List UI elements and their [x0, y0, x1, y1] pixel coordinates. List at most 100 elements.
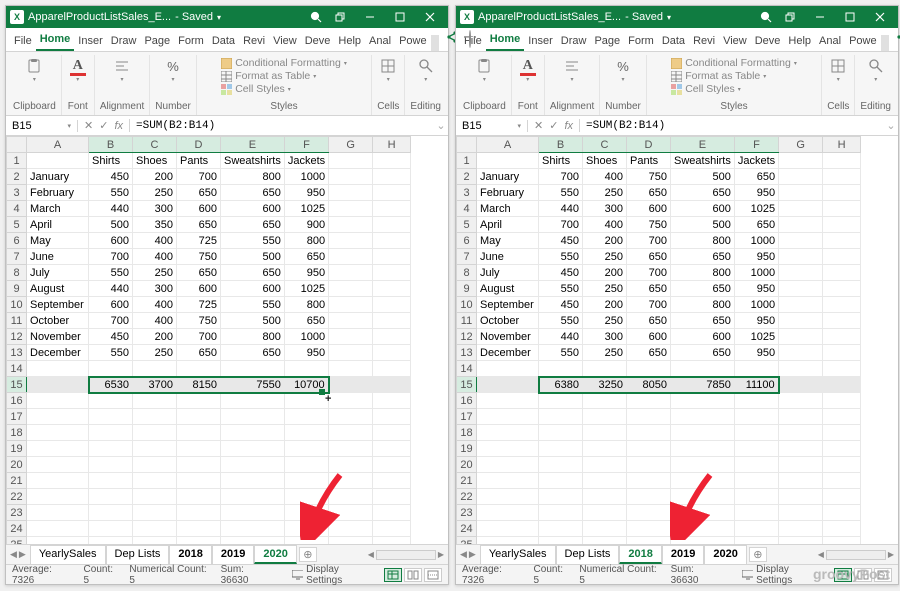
row-header-6[interactable]: 6 — [7, 233, 27, 249]
cell-D8[interactable]: 650 — [177, 265, 221, 281]
cell-H8[interactable] — [823, 265, 861, 281]
cell-B22[interactable] — [539, 489, 583, 505]
cell-F23[interactable] — [284, 505, 328, 521]
row-header-23[interactable]: 23 — [7, 505, 27, 521]
col-header-B[interactable]: B — [89, 137, 133, 153]
sheet-tab-dep-lists[interactable]: Dep Lists — [556, 545, 620, 564]
cell-C5[interactable]: 350 — [133, 217, 177, 233]
cell-F17[interactable] — [734, 409, 778, 425]
ribbon-tab-file[interactable]: File — [460, 32, 486, 51]
cell-F14[interactable] — [734, 361, 778, 377]
cell-A23[interactable] — [27, 505, 89, 521]
cell-C18[interactable] — [133, 425, 177, 441]
row-header-16[interactable]: 16 — [457, 393, 477, 409]
cell-C6[interactable]: 400 — [133, 233, 177, 249]
cell-F15[interactable]: 11100 — [734, 377, 778, 393]
cell-E8[interactable]: 650 — [221, 265, 285, 281]
cells-button[interactable]: ▾ — [377, 57, 399, 84]
cell-H10[interactable] — [823, 297, 861, 313]
cell-H21[interactable] — [823, 473, 861, 489]
cell-B1[interactable]: Shirts — [89, 153, 133, 169]
cell-B4[interactable]: 440 — [89, 201, 133, 217]
cell-D23[interactable] — [177, 505, 221, 521]
cell-H17[interactable] — [373, 409, 411, 425]
page-layout-view-button[interactable] — [404, 568, 422, 582]
row-header-21[interactable]: 21 — [457, 473, 477, 489]
row-header-19[interactable]: 19 — [7, 441, 27, 457]
cell-C10[interactable]: 400 — [133, 297, 177, 313]
cell-B1[interactable]: Shirts — [539, 153, 583, 169]
row-header-15[interactable]: 15 — [7, 377, 27, 393]
cell-B11[interactable]: 700 — [89, 313, 133, 329]
cell-E10[interactable]: 800 — [671, 297, 735, 313]
alignment-button[interactable]: ▾ — [111, 57, 133, 84]
ribbon-tab-help[interactable]: Help — [784, 32, 815, 51]
cell-B3[interactable]: 550 — [539, 185, 583, 201]
cell-D17[interactable] — [627, 409, 671, 425]
cell-B17[interactable] — [539, 409, 583, 425]
cell-D17[interactable] — [177, 409, 221, 425]
cell-H22[interactable] — [823, 489, 861, 505]
cell-D6[interactable]: 700 — [627, 233, 671, 249]
maximize-button[interactable] — [836, 7, 864, 27]
cell-H20[interactable] — [823, 457, 861, 473]
cell-H9[interactable] — [373, 281, 411, 297]
row-header-15[interactable]: 15 — [457, 377, 477, 393]
cell-H16[interactable] — [373, 393, 411, 409]
cell-styles-button[interactable]: Cell Styles ▾ — [671, 83, 741, 95]
cell-B8[interactable]: 550 — [89, 265, 133, 281]
cell-E5[interactable]: 500 — [671, 217, 735, 233]
col-header-E[interactable]: E — [221, 137, 285, 153]
ribbon-tab-view[interactable]: View — [269, 32, 301, 51]
cell-A2[interactable]: January — [477, 169, 539, 185]
cell-F6[interactable]: 1000 — [734, 233, 778, 249]
cell-F7[interactable]: 950 — [734, 249, 778, 265]
cell-H13[interactable] — [373, 345, 411, 361]
ribbon-tab-anal[interactable]: Anal — [815, 32, 845, 51]
cell-E12[interactable]: 600 — [671, 329, 735, 345]
cell-G15[interactable] — [779, 377, 823, 393]
cell-G10[interactable] — [779, 297, 823, 313]
row-header-3[interactable]: 3 — [7, 185, 27, 201]
row-header-6[interactable]: 6 — [457, 233, 477, 249]
row-header-5[interactable]: 5 — [7, 217, 27, 233]
formula-input[interactable]: =SUM(B2:B14) — [580, 120, 884, 132]
cell-A19[interactable] — [27, 441, 89, 457]
cell-A13[interactable]: December — [27, 345, 89, 361]
h-scrollbar[interactable] — [376, 550, 436, 560]
cell-D19[interactable] — [627, 441, 671, 457]
cell-E1[interactable]: Sweatshirts — [671, 153, 735, 169]
expand-formula-bar[interactable]: ⌄ — [884, 119, 898, 132]
select-all-corner[interactable] — [457, 137, 477, 153]
enter-icon[interactable]: ✓ — [99, 119, 108, 132]
cell-A24[interactable] — [27, 521, 89, 537]
cell-B23[interactable] — [89, 505, 133, 521]
cell-B20[interactable] — [89, 457, 133, 473]
row-header-1[interactable]: 1 — [7, 153, 27, 169]
cell-D5[interactable]: 650 — [177, 217, 221, 233]
cell-A12[interactable]: November — [477, 329, 539, 345]
cell-A21[interactable] — [27, 473, 89, 489]
cell-C13[interactable]: 250 — [133, 345, 177, 361]
cell-E7[interactable]: 500 — [221, 249, 285, 265]
cell-A2[interactable]: January — [27, 169, 89, 185]
cell-E7[interactable]: 650 — [671, 249, 735, 265]
cell-E3[interactable]: 650 — [671, 185, 735, 201]
ribbon-tab-anal[interactable]: Anal — [365, 32, 395, 51]
cell-B24[interactable] — [89, 521, 133, 537]
cell-C25[interactable] — [583, 537, 627, 545]
cell-A25[interactable] — [477, 537, 539, 545]
qat-search[interactable] — [306, 7, 326, 27]
cell-A17[interactable] — [477, 409, 539, 425]
cell-E24[interactable] — [221, 521, 285, 537]
cell-C14[interactable] — [133, 361, 177, 377]
cell-A20[interactable] — [477, 457, 539, 473]
page-break-view-button[interactable] — [424, 568, 442, 582]
cell-C3[interactable]: 250 — [133, 185, 177, 201]
cell-B15[interactable]: 6380 — [539, 377, 583, 393]
cell-D12[interactable]: 700 — [177, 329, 221, 345]
select-all-corner[interactable] — [7, 137, 27, 153]
cell-G3[interactable] — [779, 185, 823, 201]
cell-D9[interactable]: 600 — [177, 281, 221, 297]
col-header-H[interactable]: H — [823, 137, 861, 153]
